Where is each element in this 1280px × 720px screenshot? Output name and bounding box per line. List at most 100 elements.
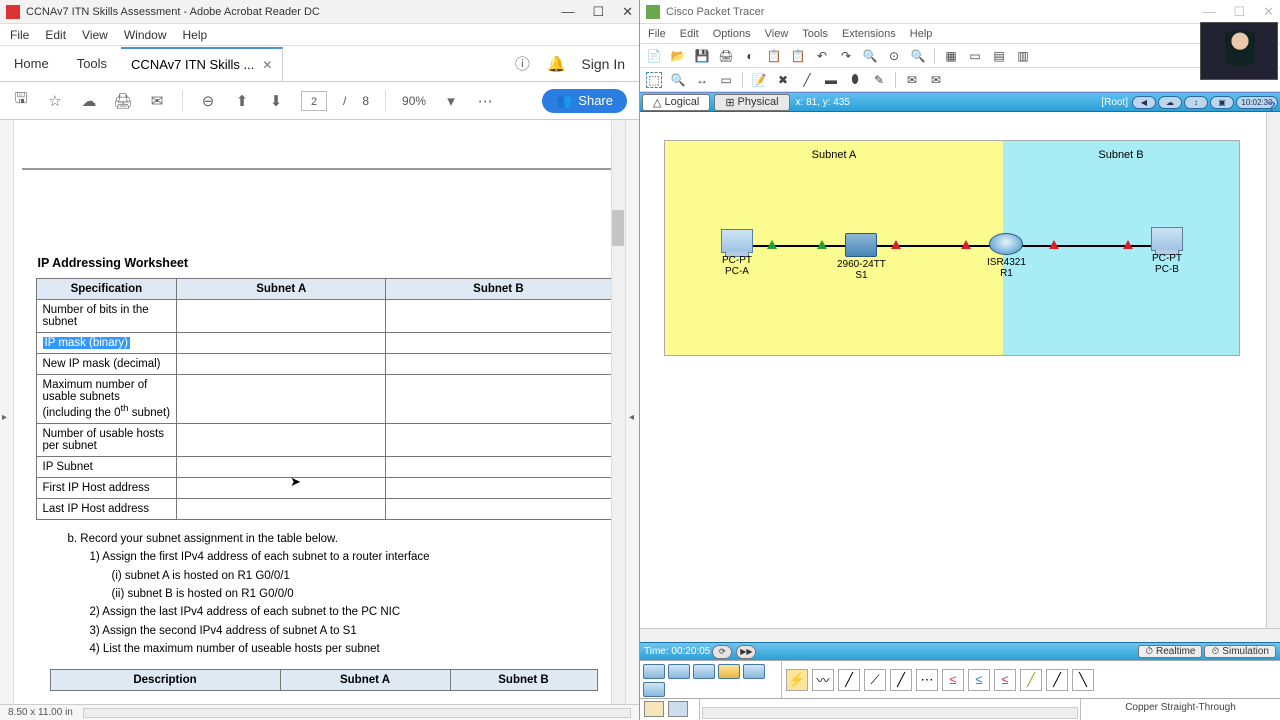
tab-tools[interactable]: Tools xyxy=(63,56,121,71)
paste-icon[interactable]: 📋 xyxy=(790,48,806,64)
pt-minimize-button[interactable]: — xyxy=(1202,4,1215,20)
pt-menu-view[interactable]: View xyxy=(765,28,789,40)
conn-coax[interactable]: ≤ xyxy=(942,669,964,691)
menu-file[interactable]: File xyxy=(10,28,29,42)
device-category-item[interactable] xyxy=(693,664,715,679)
tab-document[interactable]: CCNAv7 ITN Skills ... ✕ xyxy=(121,47,283,81)
menu-view[interactable]: View xyxy=(82,28,108,42)
mode-realtime[interactable]: ⏱Realtime xyxy=(1138,645,1202,658)
document-scroll[interactable]: IP Addressing Worksheet Specification Su… xyxy=(14,120,625,704)
undo-icon[interactable]: ↶ xyxy=(814,48,830,64)
device-category-grid[interactable] xyxy=(640,661,782,698)
horizontal-scrollbar[interactable] xyxy=(83,708,631,718)
conn-phone[interactable]: ⋯ xyxy=(916,669,938,691)
close-button[interactable]: ✕ xyxy=(622,4,633,20)
stack-icon[interactable]: ▥ xyxy=(1015,48,1031,64)
nav-viewport-button[interactable]: ▣ xyxy=(1210,96,1234,109)
page-down-icon[interactable]: ⬇ xyxy=(267,92,285,110)
page-number-input[interactable]: 2 xyxy=(301,91,327,111)
nav-move-button[interactable]: ↕ xyxy=(1184,96,1208,109)
conn-auto[interactable]: ⚡ xyxy=(786,669,808,691)
link-wire[interactable] xyxy=(751,245,1165,247)
zoom-out-icon[interactable]: ⊖ xyxy=(199,92,217,110)
new-icon[interactable]: 📄 xyxy=(646,48,662,64)
select-icon[interactable]: ⬚ xyxy=(646,72,662,88)
freeform-icon[interactable]: ✎ xyxy=(871,72,887,88)
move-icon[interactable]: ↔ xyxy=(694,72,710,88)
device-router-r1[interactable]: ISR4321 R1 xyxy=(987,233,1026,279)
canvas-vscrollbar[interactable] xyxy=(1266,112,1280,628)
help-shortcut-icon[interactable]: ? xyxy=(1267,98,1276,114)
nav-root[interactable]: [Root] xyxy=(1097,97,1132,108)
signin-button[interactable]: Sign In xyxy=(581,56,625,72)
pt-titlebar[interactable]: Cisco Packet Tracer — ☐ ✕ xyxy=(640,0,1280,24)
conn-custom[interactable]: ╲ xyxy=(1072,669,1094,691)
inspect-icon[interactable]: 🔍 xyxy=(670,72,686,88)
print-icon[interactable]: 🖨 xyxy=(718,48,734,64)
pt-menu-help[interactable]: Help xyxy=(910,28,933,40)
open-icon[interactable]: 📂 xyxy=(670,48,686,64)
conn-octal[interactable]: ╱ xyxy=(1020,669,1042,691)
wizard-icon[interactable]: ◐ xyxy=(742,48,758,64)
redo-icon[interactable]: ↷ xyxy=(838,48,854,64)
zoom-reset-icon[interactable]: ⊙ xyxy=(886,48,902,64)
cloud-icon[interactable]: ☁ xyxy=(80,92,98,110)
nav-cluster-button[interactable]: ☁ xyxy=(1158,96,1182,109)
bell-icon[interactable]: 🔔 xyxy=(547,55,565,73)
conn-serial-dce[interactable]: ≤ xyxy=(968,669,990,691)
note-icon[interactable]: 📝 xyxy=(751,72,767,88)
pt-maximize-button[interactable]: ☐ xyxy=(1233,4,1245,20)
device-pc-b[interactable]: PC-PT PC-B xyxy=(1151,227,1183,275)
pt-close-button[interactable]: ✕ xyxy=(1263,4,1274,20)
scrollbar-thumb[interactable] xyxy=(612,210,624,246)
zoom-out-icon[interactable]: 🔍 xyxy=(910,48,926,64)
device-strip[interactable] xyxy=(700,699,1080,720)
workspace-canvas[interactable]: Subnet A Subnet B PC-PT PC-A 2960-24TT S… xyxy=(640,112,1280,642)
nav-back-button[interactable]: ◀ xyxy=(1132,96,1156,109)
selected-text[interactable]: IP mask (binary) xyxy=(43,337,131,349)
save-icon[interactable]: 🖫 xyxy=(12,92,30,110)
adobe-titlebar[interactable]: CCNAv7 ITN Skills Assessment - Adobe Acr… xyxy=(0,0,639,24)
vertical-scrollbar[interactable] xyxy=(611,120,625,704)
pt-menu-tools[interactable]: Tools xyxy=(802,28,828,40)
help-icon[interactable]: ⓘ xyxy=(513,55,531,73)
pt-menu-extensions[interactable]: Extensions xyxy=(842,28,896,40)
menu-help[interactable]: Help xyxy=(183,28,208,42)
device-category-item[interactable] xyxy=(668,664,690,679)
pt-menu-edit[interactable]: Edit xyxy=(680,28,699,40)
save-icon[interactable]: 💾 xyxy=(694,48,710,64)
canvas-hscrollbar[interactable] xyxy=(640,628,1280,642)
mail-icon[interactable]: ✉ xyxy=(148,92,166,110)
conn-console[interactable]: 〰 xyxy=(812,669,834,691)
mode-simulation[interactable]: ⏲Simulation xyxy=(1204,645,1276,658)
more-icon[interactable]: ⋯ xyxy=(476,92,494,110)
conn-cross[interactable]: ⟋ xyxy=(864,669,886,691)
copy-icon[interactable]: 📋 xyxy=(766,48,782,64)
zoom-in-icon[interactable]: 🔍 xyxy=(862,48,878,64)
scenario-item[interactable] xyxy=(644,701,664,717)
device-category-item[interactable] xyxy=(643,682,665,697)
device-switch-s1[interactable]: 2960-24TT S1 xyxy=(837,233,886,281)
conn-straight[interactable]: ╱ xyxy=(838,669,860,691)
conn-serial-dte[interactable]: ≤ xyxy=(994,669,1016,691)
fast-forward-button[interactable]: ▶▶ xyxy=(736,645,756,659)
share-button[interactable]: 👥 Share xyxy=(542,89,627,113)
menu-edit[interactable]: Edit xyxy=(45,28,66,42)
page-up-icon[interactable]: ⬆ xyxy=(233,92,251,110)
star-icon[interactable]: ☆ xyxy=(46,92,64,110)
complex-pdu-icon[interactable]: ✉ xyxy=(928,72,944,88)
menu-window[interactable]: Window xyxy=(124,28,167,42)
palette-hscrollbar[interactable] xyxy=(702,707,1078,719)
line-icon[interactable]: ╱ xyxy=(799,72,815,88)
maximize-button[interactable]: ☐ xyxy=(592,4,604,20)
power-cycle-button[interactable]: ⟳ xyxy=(712,645,732,659)
rect-icon[interactable]: ▬ xyxy=(823,72,839,88)
conn-fiber[interactable]: ╱ xyxy=(890,669,912,691)
marquee-icon[interactable]: ▭ xyxy=(718,72,734,88)
tab-logical[interactable]: △Logical xyxy=(642,94,710,111)
tab-close-icon[interactable]: ✕ xyxy=(262,58,272,72)
device-pc-a[interactable]: PC-PT PC-A xyxy=(721,229,753,277)
delete-icon[interactable]: ✖ xyxy=(775,72,791,88)
zoom-level[interactable]: 90% xyxy=(402,94,426,108)
custom-icon[interactable]: ▤ xyxy=(991,48,1007,64)
